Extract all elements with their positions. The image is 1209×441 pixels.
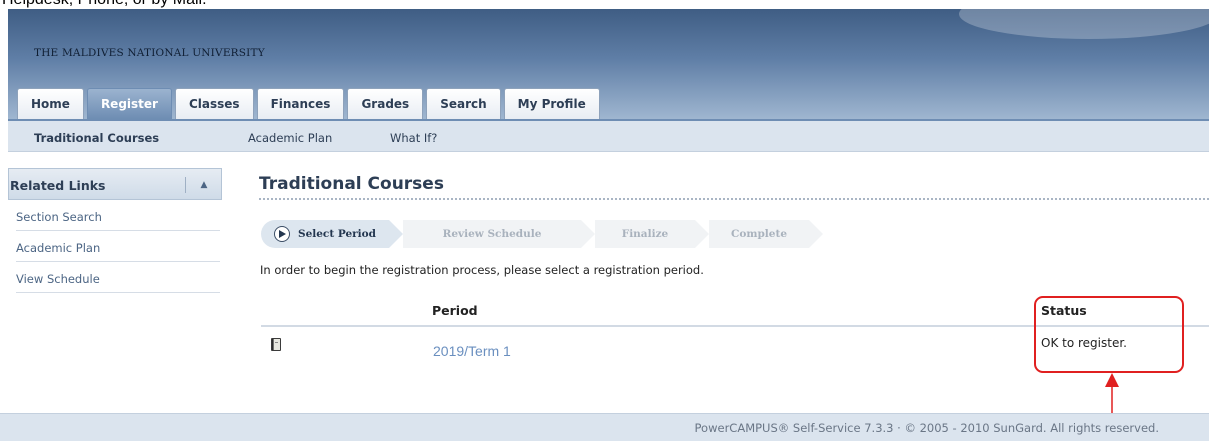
step-label: Finalize [621, 228, 669, 240]
triangle-up-icon[interactable]: ▲ [195, 177, 213, 193]
tab-finances[interactable]: Finances [256, 88, 345, 119]
step-select-period: Select Period [261, 220, 403, 248]
sub-navigation: Traditional Courses Academic Plan What I… [8, 119, 1209, 152]
banner-decoration [959, 0, 1209, 39]
instruction-text: In order to begin the registration proce… [260, 263, 704, 277]
related-links-title: Related Links [10, 178, 106, 193]
university-name: THE MALDIVES NATIONAL UNIVERSITY [34, 47, 265, 59]
subnav-academic-plan[interactable]: Academic Plan [248, 131, 332, 145]
subnav-what-if[interactable]: What If? [390, 131, 437, 145]
sidebar-link-academic-plan[interactable]: Academic Plan [16, 231, 220, 262]
book-icon[interactable] [270, 337, 282, 352]
related-links-panel: Related Links ▲ Section Search Academic … [8, 168, 222, 293]
tab-my-profile[interactable]: My Profile [503, 88, 600, 119]
sidebar-link-view-schedule[interactable]: View Schedule [16, 262, 220, 293]
page-footer: PowerCAMPUS® Self-Service 7.3.3 · © 2005… [0, 413, 1209, 441]
title-divider [259, 198, 1209, 200]
tab-grades[interactable]: Grades [347, 88, 424, 119]
play-icon [274, 226, 290, 242]
step-complete: Complete [709, 220, 823, 248]
period-link[interactable]: 2019/Term 1 [433, 343, 511, 359]
sidebar-link-section-search[interactable]: Section Search [16, 200, 220, 231]
subnav-traditional-courses[interactable]: Traditional Courses [34, 131, 159, 145]
tab-register[interactable]: Register [86, 88, 172, 119]
step-finalize: Finalize [595, 220, 709, 248]
step-label: Select Period [298, 228, 376, 240]
tab-search[interactable]: Search [426, 88, 501, 119]
main-tabs: Home Register Classes Finances Grades Se… [17, 88, 600, 119]
step-label: Complete [730, 228, 787, 240]
page-title: Traditional Courses [259, 174, 444, 194]
footer-copyright: PowerCAMPUS® Self-Service 7.3.3 · © 2005… [694, 421, 1159, 435]
annotation-highlight-box [1034, 296, 1184, 373]
related-links-header: Related Links ▲ [8, 168, 222, 200]
step-label: Review Schedule [442, 228, 542, 240]
column-header-period: Period [432, 303, 478, 318]
document-text: Helpdesk, Phone, or by Mail. [2, 0, 207, 9]
step-review-schedule: Review Schedule [403, 220, 595, 248]
header-divider [185, 177, 186, 193]
tab-classes[interactable]: Classes [174, 88, 254, 119]
tab-home[interactable]: Home [17, 88, 84, 119]
